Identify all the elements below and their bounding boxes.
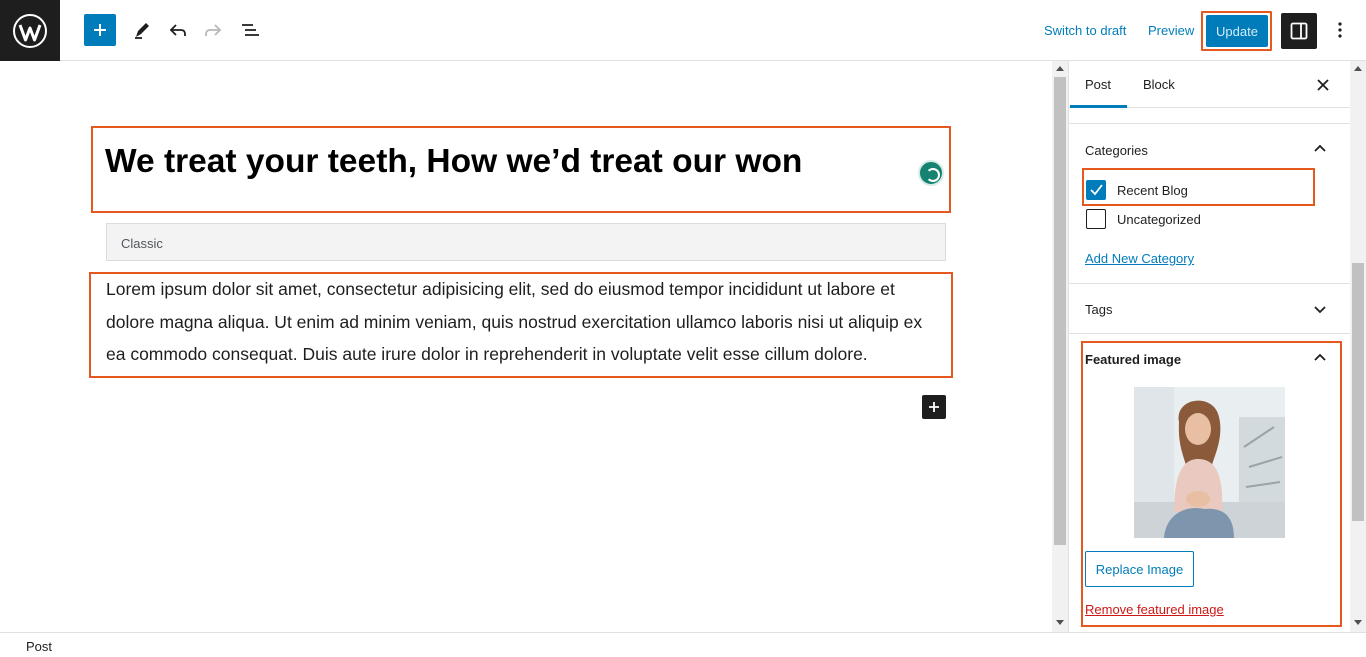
scroll-up-icon[interactable] xyxy=(1354,66,1362,71)
close-sidebar-button[interactable] xyxy=(1313,75,1333,95)
panel-divider xyxy=(1069,333,1351,334)
classic-label: Classic xyxy=(121,236,163,251)
add-new-category-link[interactable]: Add New Category xyxy=(1085,251,1194,266)
post-title[interactable]: We treat your teeth, How we’d treat our … xyxy=(105,143,802,181)
settings-button[interactable] xyxy=(1281,13,1317,49)
category-checkbox-uncategorized[interactable] xyxy=(1086,209,1106,229)
options-menu-button[interactable] xyxy=(1324,14,1356,46)
scroll-down-icon[interactable] xyxy=(1056,620,1064,625)
undo-button[interactable] xyxy=(162,14,194,46)
editor-header: Switch to draft Preview Update xyxy=(0,0,1366,61)
switch-to-draft-button[interactable]: Switch to draft xyxy=(1044,23,1126,38)
editor-scrollbar[interactable] xyxy=(1052,61,1068,632)
block-inserter-button[interactable] xyxy=(922,395,946,419)
undo-icon xyxy=(169,24,186,36)
sidebar-tabs: Post Block xyxy=(1069,61,1351,108)
chevron-down-icon[interactable] xyxy=(1312,301,1328,317)
scroll-up-icon[interactable] xyxy=(1056,66,1064,71)
categories-panel-title[interactable]: Categories xyxy=(1085,143,1148,158)
remove-featured-image-link[interactable]: Remove featured image xyxy=(1085,602,1224,617)
featured-image-panel-title[interactable]: Featured image xyxy=(1085,352,1181,367)
sidebar-scrollbar[interactable] xyxy=(1350,61,1366,632)
list-view-button[interactable] xyxy=(234,14,266,46)
update-button[interactable]: Update xyxy=(1206,15,1268,47)
checkmark-icon xyxy=(1090,184,1103,196)
list-view-icon xyxy=(242,24,259,36)
plus-icon xyxy=(929,402,939,412)
category-checkbox-recent-blog[interactable] xyxy=(1086,180,1106,200)
settings-sidebar: Post Block Categories Recent Blog Uncate… xyxy=(1068,61,1351,632)
plus-icon xyxy=(94,24,106,36)
category-label-uncategorized[interactable]: Uncategorized xyxy=(1117,212,1201,227)
tab-post[interactable]: Post xyxy=(1085,77,1111,92)
replace-image-button[interactable]: Replace Image xyxy=(1085,551,1194,587)
add-block-button[interactable] xyxy=(84,14,116,46)
sidebar-toggle-icon xyxy=(1290,22,1308,40)
classic-block-toolbar[interactable]: Classic xyxy=(106,223,946,261)
panel-divider xyxy=(1069,283,1351,284)
grammarly-icon[interactable] xyxy=(918,160,944,186)
featured-image-thumbnail[interactable] xyxy=(1134,387,1285,538)
panel-divider xyxy=(1069,123,1351,124)
redo-icon xyxy=(205,24,222,36)
pencil-icon xyxy=(135,23,149,39)
tab-block[interactable]: Block xyxy=(1143,77,1175,92)
tools-button[interactable] xyxy=(126,14,158,46)
tags-panel-title[interactable]: Tags xyxy=(1085,302,1112,317)
chevron-up-icon[interactable] xyxy=(1312,141,1328,157)
editor-scroll-thumb[interactable] xyxy=(1054,77,1066,545)
editor-canvas: We treat your teeth, How we’d treat our … xyxy=(0,61,1052,632)
post-paragraph[interactable]: Lorem ipsum dolor sit amet, consectetur … xyxy=(106,273,942,371)
kebab-menu-icon xyxy=(1338,22,1342,38)
breadcrumb[interactable]: Post xyxy=(26,639,52,654)
wordpress-logo-icon[interactable] xyxy=(0,0,60,61)
redo-button[interactable] xyxy=(197,14,229,46)
chevron-up-icon[interactable] xyxy=(1312,350,1328,366)
preview-button[interactable]: Preview xyxy=(1148,23,1194,38)
active-tab-indicator xyxy=(1070,105,1127,108)
scroll-down-icon[interactable] xyxy=(1354,620,1362,625)
sidebar-scroll-thumb[interactable] xyxy=(1352,263,1364,521)
category-label-recent-blog[interactable]: Recent Blog xyxy=(1117,183,1188,198)
editor-footer: Post xyxy=(0,632,1366,657)
close-icon xyxy=(1317,79,1329,91)
